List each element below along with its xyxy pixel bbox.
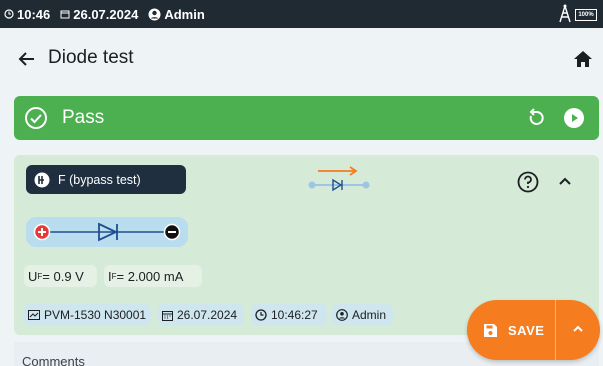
diode-symbol-icon (33, 222, 181, 242)
forward-voltage-value: UF = 0.9 V (24, 265, 97, 287)
page-title: Diode test (48, 47, 134, 68)
forward-current-value: IF = 2.000 mA (104, 265, 202, 287)
time-text: 10:46:27 (271, 308, 318, 322)
calendar-icon (60, 9, 70, 19)
fab-divider (555, 300, 556, 360)
play-icon[interactable] (563, 107, 585, 134)
device-chip: PVM-1530 N30001 (24, 304, 151, 326)
help-icon[interactable] (517, 171, 539, 198)
back-arrow-icon[interactable] (16, 48, 38, 70)
retry-icon[interactable] (525, 107, 547, 134)
save-fab: SAVE (467, 300, 600, 360)
status-date: 26.07.2024 (60, 7, 138, 22)
network-tower-icon (557, 3, 573, 26)
chevron-up-icon[interactable] (571, 322, 585, 341)
result-label: Pass (62, 107, 105, 128)
chevron-up-icon[interactable] (558, 173, 572, 191)
user-icon (148, 8, 161, 21)
uf-value: = 0.9 V (42, 268, 84, 284)
status-time: 10:46 (4, 7, 50, 22)
device-icon (28, 310, 40, 320)
user-chip: Admin (332, 304, 393, 326)
status-right: 100% (557, 3, 597, 26)
status-user-text: Admin (164, 6, 205, 22)
if-value: = 2.000 mA (116, 268, 184, 284)
calendar-icon (162, 310, 173, 321)
battery-icon: 100% (575, 8, 597, 21)
check-circle-icon (24, 106, 48, 135)
date-text: 26.07.2024 (177, 308, 238, 322)
home-icon[interactable] (573, 49, 593, 69)
app-header: Diode test (0, 28, 603, 90)
battery-level: 100% (578, 11, 594, 18)
diode-direction-icon (306, 165, 372, 200)
floppy-disk-icon (483, 323, 498, 338)
status-user: Admin (148, 6, 205, 22)
test-mode-label: F (bypass test) (58, 172, 141, 187)
uf-symbol: U (28, 268, 38, 284)
diode-connection-diagram (26, 217, 188, 247)
result-banner: Pass (14, 96, 599, 140)
user-icon (336, 309, 348, 321)
save-label: SAVE (508, 322, 545, 338)
device-text: PVM-1530 N30001 (44, 308, 147, 322)
status-time-text: 10:46 (17, 6, 51, 22)
test-mode-chip[interactable]: F (bypass test) (26, 165, 186, 194)
save-button[interactable]: SAVE (467, 300, 555, 360)
clock-icon (4, 9, 14, 19)
date-chip: 26.07.2024 (158, 304, 244, 326)
bypass-icon (34, 172, 50, 188)
time-chip: 10:46:27 (251, 304, 327, 326)
user-text: Admin (352, 308, 387, 322)
status-bar: 10:46 26.07.2024 Admin 100% (0, 0, 603, 28)
clock-icon (255, 309, 267, 321)
comments-label: Comments (22, 354, 85, 366)
status-date-text: 26.07.2024 (73, 6, 139, 22)
